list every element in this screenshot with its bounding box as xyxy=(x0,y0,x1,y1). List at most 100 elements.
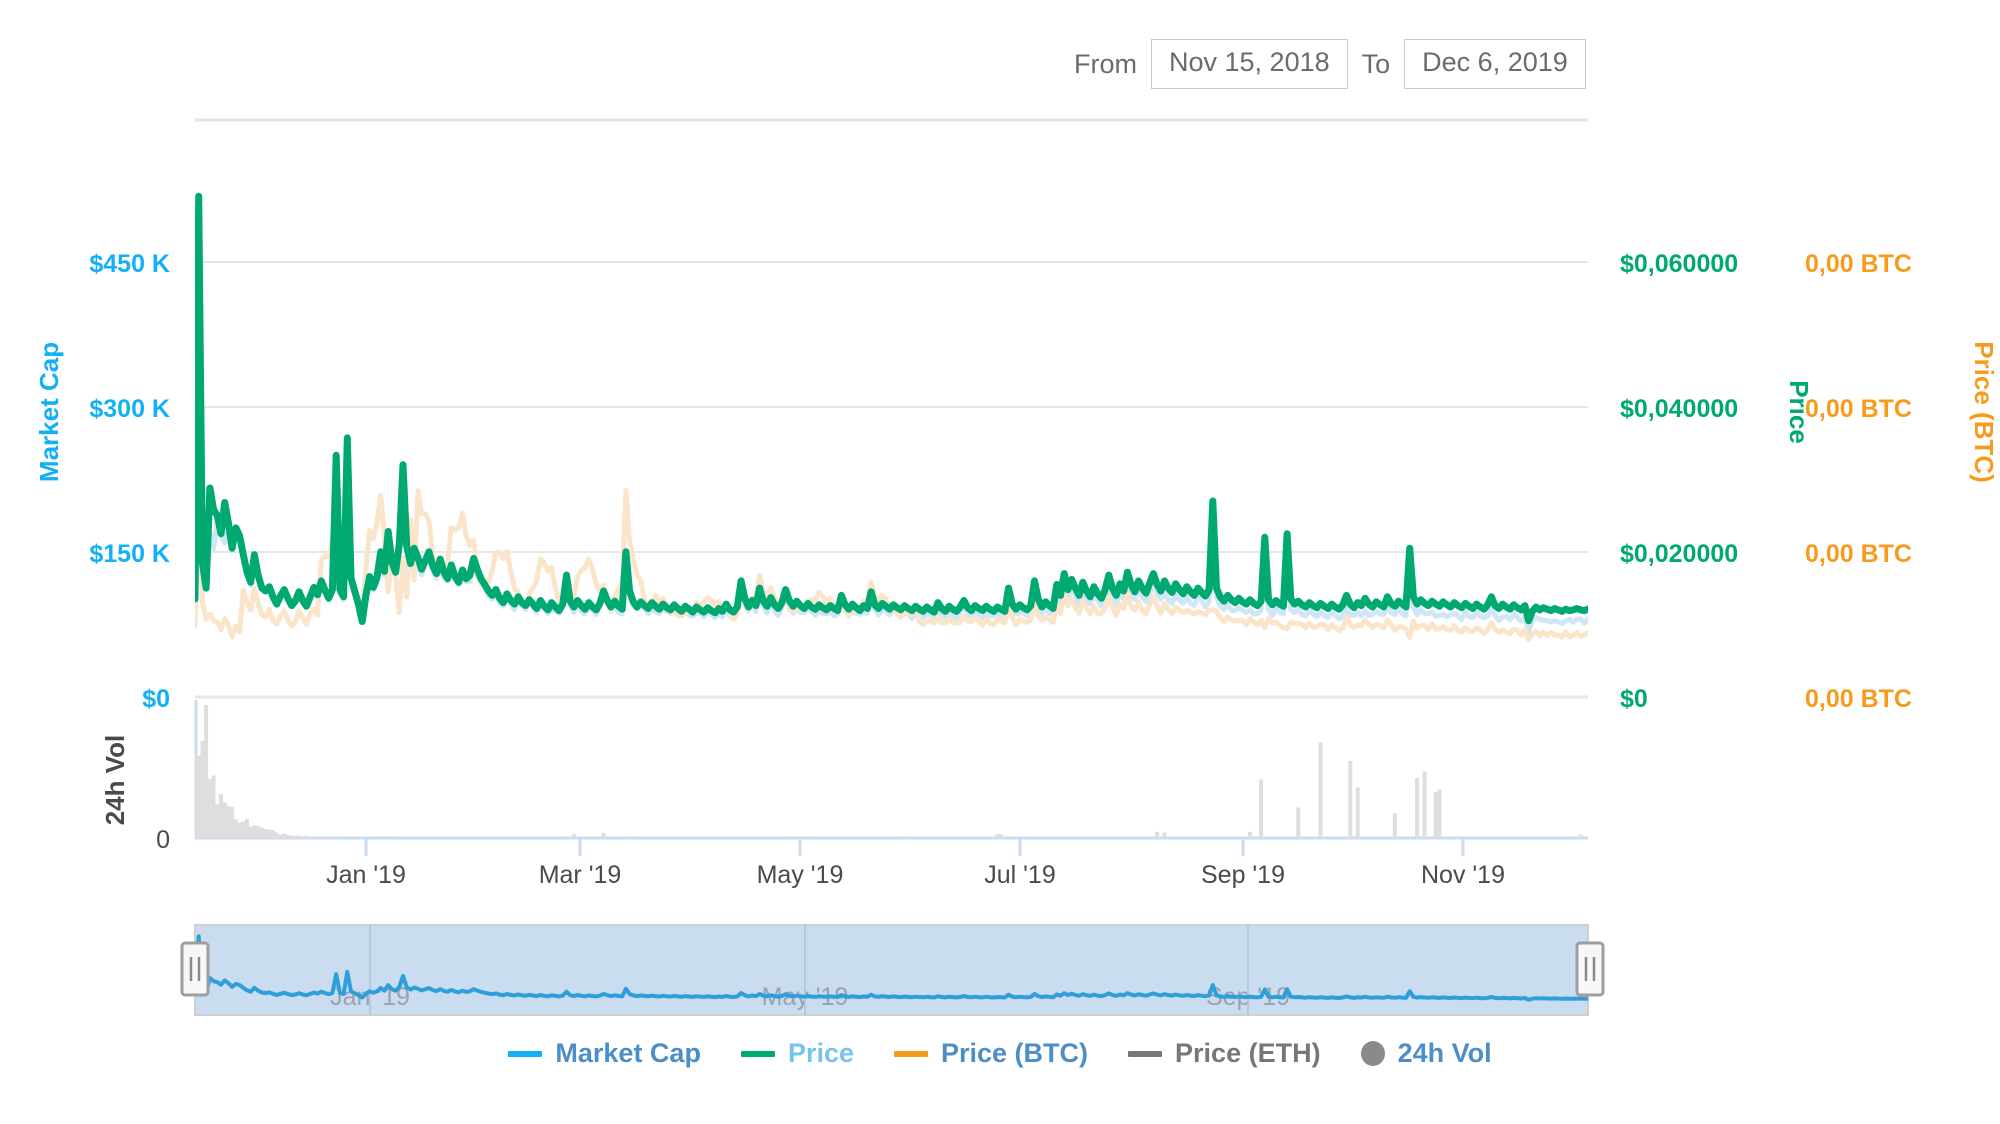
volume-bar xyxy=(341,837,346,838)
ytick-market-cap-2: $150 K xyxy=(89,540,170,568)
volume-bar xyxy=(230,807,235,838)
ytick-price-btc-1: 0,00 BTC xyxy=(1805,395,1912,423)
volume-bar xyxy=(1392,813,1397,838)
crypto-chart-widget: From Nov 15, 2018 To Dec 6, 2019 Market … xyxy=(0,0,2000,1124)
legend-item-price-btc[interactable]: Price (BTC) xyxy=(874,1038,1108,1069)
legend-item-price-eth[interactable]: Price (ETH) xyxy=(1108,1038,1341,1069)
volume-bar xyxy=(1422,771,1427,838)
axis-title-price-btc: Price (BTC) xyxy=(1969,341,1999,483)
chart-legend: Market Cap Price Price (BTC) Price (ETH)… xyxy=(0,1038,2000,1069)
volume-bar xyxy=(271,830,275,838)
navigator-handle-left[interactable] xyxy=(180,941,210,997)
volume-bar xyxy=(308,836,313,838)
legend-marker-price-icon xyxy=(740,1050,775,1057)
volume-bar xyxy=(627,837,632,838)
legend-marker-price-eth-icon xyxy=(1128,1050,1163,1057)
legend-label-price: Price xyxy=(787,1038,854,1068)
volume-bar xyxy=(319,837,324,838)
volume-bar xyxy=(200,740,205,838)
legend-item-24h-vol[interactable]: 24h Vol xyxy=(1341,1038,1512,1069)
volume-bar xyxy=(1348,760,1353,838)
volume-bar xyxy=(311,837,316,838)
volume-bar xyxy=(1155,831,1160,838)
chart-canvas[interactable]: Market Cap $450 K $300 K $150 K $0 Price… xyxy=(0,0,2000,1124)
ytick-price-btc-3: 0,00 BTC xyxy=(1805,685,1912,713)
navigator-handle-right[interactable] xyxy=(1575,941,1605,997)
volume-bar xyxy=(293,835,298,838)
legend-label-price-eth: Price (ETH) xyxy=(1175,1038,1321,1068)
ytick-volume-0: 0 xyxy=(156,826,170,854)
volume-bar xyxy=(334,837,339,838)
volume-bar xyxy=(1433,792,1438,838)
volume-bar xyxy=(1318,742,1323,838)
volume-bar xyxy=(326,837,331,838)
legend-label-price-btc: Price (BTC) xyxy=(941,1038,1089,1068)
volume-bar xyxy=(207,778,212,838)
volume-bar xyxy=(999,834,1004,838)
volume-bar xyxy=(1162,832,1167,838)
volume-bar xyxy=(274,832,279,838)
ytick-price-3: $0 xyxy=(1620,685,1648,713)
volume-bar xyxy=(906,836,911,838)
xtick-label-4: Sep '19 xyxy=(1201,861,1285,889)
volume-bar xyxy=(233,819,238,838)
ytick-market-cap-3: $0 xyxy=(142,685,170,713)
volume-bar xyxy=(237,822,242,838)
legend-item-market-cap[interactable]: Market Cap xyxy=(488,1038,721,1069)
volume-bar xyxy=(252,825,257,838)
volume-bar xyxy=(571,834,576,838)
volume-bar xyxy=(222,802,227,838)
volume-bar xyxy=(196,755,201,838)
volume-bar xyxy=(297,835,301,838)
range-navigator[interactable]: Jan '19 May '19 Sep '19 xyxy=(180,924,1605,1016)
volume-bar xyxy=(1248,831,1252,838)
volume-bar xyxy=(601,832,606,838)
volume-bar xyxy=(211,775,216,838)
xtick-label-5: Nov '19 xyxy=(1421,861,1505,889)
volume-bar xyxy=(195,754,197,838)
legend-item-price[interactable]: Price xyxy=(721,1038,874,1069)
ytick-price-1: $0,040000 xyxy=(1620,395,1738,423)
volume-bar xyxy=(259,827,264,838)
volume-bar xyxy=(1415,778,1420,838)
xtick-label-1: Mar '19 xyxy=(539,861,622,889)
volume-bar xyxy=(330,837,335,838)
xtick-label-3: Jul '19 xyxy=(984,861,1055,889)
xtick-label-2: May '19 xyxy=(757,861,844,889)
ytick-price-0: $0,060000 xyxy=(1620,250,1738,278)
legend-marker-price-btc-icon xyxy=(894,1050,928,1057)
volume-bar xyxy=(1355,787,1360,838)
volume-bar xyxy=(219,794,223,838)
volume-bar xyxy=(215,804,220,838)
volume-bar xyxy=(282,833,287,838)
volume-bar xyxy=(204,705,209,838)
legend-label-24h-vol: 24h Vol xyxy=(1397,1038,1492,1068)
series-volume-bars xyxy=(195,705,1583,838)
legend-marker-24h-vol-icon xyxy=(1360,1041,1385,1066)
x-axis: Jan '19 Mar '19 May '19 Jul '19 Sep '19 … xyxy=(326,838,1505,889)
volume-bar xyxy=(285,835,290,838)
ytick-price-btc-2: 0,00 BTC xyxy=(1805,540,1912,568)
ytick-price-btc-0: 0,00 BTC xyxy=(1805,250,1912,278)
volume-bar xyxy=(1437,789,1442,838)
volume-bar xyxy=(995,834,1000,838)
volume-bar xyxy=(300,836,305,838)
ytick-market-cap-1: $300 K xyxy=(89,395,170,423)
volume-bar xyxy=(245,818,249,838)
legend-marker-market-cap-icon xyxy=(508,1050,543,1057)
volume-bar xyxy=(248,826,253,838)
xtick-label-0: Jan '19 xyxy=(326,861,406,889)
volume-bar xyxy=(267,829,272,838)
volume-bar xyxy=(1296,807,1301,838)
legend-label-market-cap: Market Cap xyxy=(555,1038,701,1068)
volume-bar xyxy=(315,837,320,838)
volume-bar xyxy=(323,837,327,838)
ytick-market-cap-0: $450 K xyxy=(89,250,170,278)
volume-bar xyxy=(278,834,283,838)
axis-title-volume: 24h Vol xyxy=(100,735,130,826)
volume-bar xyxy=(241,821,246,838)
volume-bar xyxy=(263,829,268,838)
axis-title-market-cap: Market Cap xyxy=(34,342,64,482)
volume-bar xyxy=(226,806,231,838)
volume-bar xyxy=(304,835,309,838)
